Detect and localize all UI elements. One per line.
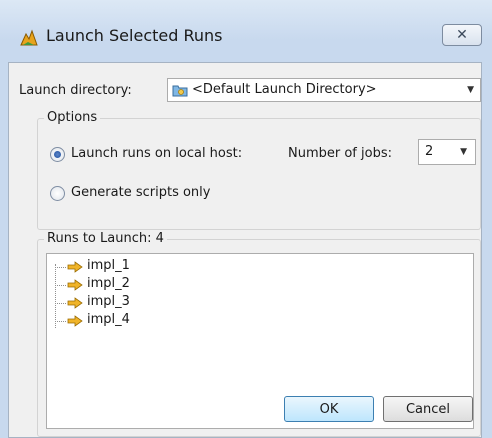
- launch-directory-select[interactable]: <Default Launch Directory> ▼: [167, 78, 481, 102]
- options-group-title: Options: [44, 110, 101, 125]
- tree-item-label: impl_3: [87, 294, 130, 309]
- local-host-radio-label[interactable]: Launch runs on local host:: [71, 146, 242, 161]
- close-button[interactable]: ✕: [442, 24, 482, 46]
- title-bar[interactable]: Launch Selected Runs ✕: [0, 0, 492, 62]
- tree-connector: [55, 267, 66, 268]
- scripts-only-radio[interactable]: [50, 186, 65, 201]
- folder-icon: [172, 83, 188, 97]
- local-host-radio[interactable]: [50, 147, 65, 162]
- tree-item-label: impl_2: [87, 276, 130, 291]
- tree-item-label: impl_4: [87, 312, 130, 327]
- launch-directory-value: <Default Launch Directory>: [192, 82, 377, 97]
- launch-runs-dialog: Launch Selected Runs ✕ Launch directory:…: [0, 0, 492, 438]
- dialog-title: Launch Selected Runs: [46, 26, 223, 45]
- arrow-right-icon: [67, 315, 83, 327]
- tree-item-impl-3[interactable]: impl_3: [47, 294, 247, 312]
- dialog-body: Launch directory: <Default Launch Direct…: [8, 62, 482, 438]
- arrow-right-icon: [67, 297, 83, 309]
- arrow-right-icon: [67, 261, 83, 273]
- number-of-jobs-value: 2: [425, 144, 434, 159]
- launch-runs-icon: [18, 28, 40, 48]
- scripts-only-radio-label[interactable]: Generate scripts only: [71, 185, 210, 200]
- cancel-button[interactable]: Cancel: [383, 396, 473, 422]
- number-of-jobs-select[interactable]: 2 ▼: [418, 139, 476, 165]
- launch-directory-label: Launch directory:: [19, 83, 132, 98]
- close-icon: ✕: [456, 27, 468, 43]
- chevron-down-icon: ▼: [460, 147, 467, 157]
- options-group: Options Launch runs on local host: Numbe…: [37, 110, 481, 230]
- ok-button-label: OK: [319, 401, 339, 417]
- chevron-down-icon: ▼: [467, 85, 474, 95]
- arrow-right-icon: [67, 279, 83, 291]
- number-of-jobs-label: Number of jobs:: [288, 146, 392, 161]
- tree-connector: [55, 321, 66, 322]
- ok-button[interactable]: OK: [284, 396, 374, 422]
- tree-item-impl-1[interactable]: impl_1: [47, 258, 247, 276]
- runs-group-title: Runs to Launch: 4: [44, 231, 167, 246]
- tree-connector: [55, 303, 66, 304]
- tree-item-label: impl_1: [87, 258, 130, 273]
- tree-item-impl-4[interactable]: impl_4: [47, 312, 247, 330]
- cancel-button-label: Cancel: [405, 401, 451, 417]
- tree-connector: [55, 285, 66, 286]
- tree-item-impl-2[interactable]: impl_2: [47, 276, 247, 294]
